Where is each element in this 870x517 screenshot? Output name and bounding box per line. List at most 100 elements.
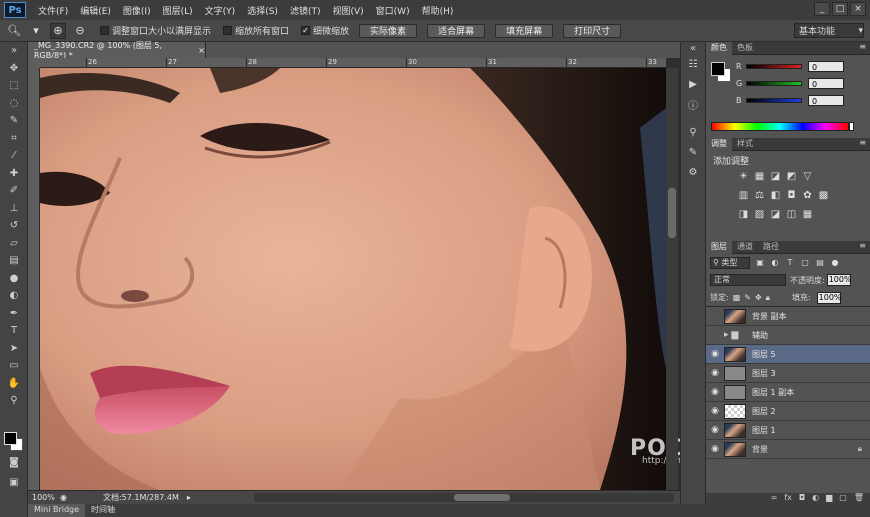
tab-timeline[interactable]: 时间轴 bbox=[85, 504, 121, 517]
lock-transparent-icon[interactable]: ▩ bbox=[733, 293, 741, 302]
screen-mode-icon[interactable]: ▣ bbox=[0, 474, 28, 492]
menu-edit[interactable]: 编辑(E) bbox=[74, 4, 117, 17]
green-slider[interactable] bbox=[746, 81, 802, 86]
eyedropper-tool-icon[interactable]: ⁄ bbox=[0, 147, 28, 165]
eye-icon[interactable]: ◉ bbox=[706, 444, 724, 454]
toolbar-collapse-icon[interactable]: » bbox=[0, 42, 28, 60]
posterize-icon[interactable]: ▨ bbox=[754, 209, 765, 220]
menu-image[interactable]: 图像(I) bbox=[117, 4, 157, 17]
eye-icon[interactable]: ◉ bbox=[706, 349, 724, 359]
move-tool-icon[interactable]: ✥ bbox=[0, 60, 28, 78]
eye-icon[interactable]: ◉ bbox=[706, 425, 724, 435]
resize-windows-checkbox[interactable] bbox=[100, 26, 109, 35]
quick-mask-icon[interactable]: ◙ bbox=[0, 454, 28, 472]
invert-icon[interactable]: ◨ bbox=[738, 209, 749, 220]
layer-row[interactable]: ◉ 图层 1 bbox=[706, 421, 870, 440]
workspace-select[interactable]: 基本功能 ▾ bbox=[794, 23, 864, 38]
tab-layers[interactable]: 图层 bbox=[706, 240, 732, 254]
lasso-tool-icon[interactable]: ◌ bbox=[0, 95, 28, 113]
menu-help[interactable]: 帮助(H) bbox=[416, 4, 460, 17]
minimize-button[interactable]: _ bbox=[814, 2, 830, 16]
brush-tool-icon[interactable]: ✐ bbox=[0, 182, 28, 200]
layer-row[interactable]: ◉ 图层 2 bbox=[706, 402, 870, 421]
blur-tool-icon[interactable]: ● bbox=[0, 270, 28, 288]
new-group-icon[interactable]: ▆ bbox=[826, 493, 832, 504]
pixel-filter-icon[interactable]: ▣ bbox=[755, 258, 765, 268]
panel-menu-icon[interactable]: ≡ bbox=[859, 138, 866, 147]
menu-layer[interactable]: 图层(L) bbox=[157, 4, 199, 17]
layer-row[interactable]: ◉ 图层 3 bbox=[706, 364, 870, 383]
zoom-in-icon[interactable]: ⊕ bbox=[50, 22, 66, 39]
vertical-scroll-thumb[interactable] bbox=[668, 188, 676, 238]
actual-pixels-button[interactable]: 实际像素 bbox=[359, 23, 418, 38]
history-brush-tool-icon[interactable]: ↺ bbox=[0, 217, 28, 235]
tab-swatches[interactable]: 色板 bbox=[732, 42, 758, 55]
fill-input[interactable]: 100% bbox=[816, 291, 842, 304]
hand-tool-icon[interactable]: ✋ bbox=[0, 375, 28, 393]
threshold-icon[interactable]: ◪ bbox=[770, 209, 781, 220]
opacity-input[interactable]: 100% bbox=[826, 274, 852, 286]
menu-file[interactable]: 文件(F) bbox=[32, 4, 74, 17]
visibility-toggle-icon[interactable]: ◉ bbox=[706, 330, 724, 340]
layer-row-selected[interactable]: ◉ 图层 5 bbox=[706, 345, 870, 364]
type-filter-icon[interactable]: T bbox=[785, 258, 795, 268]
panel-menu-icon[interactable]: ≡ bbox=[859, 241, 866, 250]
tool-presets-icon[interactable]: ⚲ bbox=[681, 122, 705, 142]
eye-icon[interactable]: ◉ bbox=[706, 387, 724, 397]
crop-tool-icon[interactable]: ⌗ bbox=[0, 130, 28, 148]
smart-object-filter-icon[interactable]: ▤ bbox=[815, 258, 825, 268]
print-size-button[interactable]: 打印尺寸 bbox=[563, 23, 622, 38]
adjustment-filter-icon[interactable]: ◐ bbox=[770, 258, 780, 268]
chevron-down-icon[interactable]: ▾ bbox=[28, 23, 44, 39]
gradient-tool-icon[interactable]: ▤ bbox=[0, 252, 28, 270]
horizontal-scroll-thumb[interactable] bbox=[454, 494, 510, 501]
blend-mode-select[interactable]: 正常 bbox=[710, 274, 786, 286]
red-value[interactable]: 0 bbox=[808, 61, 844, 72]
maximize-button[interactable]: □ bbox=[832, 2, 848, 16]
shape-filter-icon[interactable]: ▢ bbox=[800, 258, 810, 268]
menu-select[interactable]: 选择(S) bbox=[241, 4, 284, 17]
photo-filter-icon[interactable]: ◘ bbox=[786, 190, 797, 201]
eye-icon[interactable]: ◉ bbox=[706, 368, 724, 378]
channel-mixer-icon[interactable]: ✿ bbox=[802, 190, 813, 201]
close-button[interactable]: × bbox=[850, 2, 866, 16]
red-slider[interactable] bbox=[746, 64, 802, 69]
layer-row[interactable]: ◉ 背景 副本 bbox=[706, 307, 870, 326]
fill-screen-button[interactable]: 填充屏幕 bbox=[495, 23, 554, 38]
new-layer-icon[interactable]: ▢ bbox=[839, 493, 847, 504]
vibrance-icon[interactable]: ▽ bbox=[802, 171, 813, 182]
gradient-map-icon[interactable]: ▦ bbox=[802, 209, 813, 220]
image-canvas[interactable] bbox=[40, 68, 666, 490]
layer-style-icon[interactable]: fx bbox=[784, 493, 792, 504]
scrubby-zoom-checkbox[interactable]: ✓ bbox=[301, 26, 311, 35]
lock-position-icon[interactable]: ✥ bbox=[755, 293, 762, 302]
eraser-tool-icon[interactable]: ▱ bbox=[0, 235, 28, 253]
foreground-color-swatch[interactable] bbox=[711, 62, 725, 76]
tab-paths[interactable]: 路径 bbox=[758, 241, 784, 254]
white-swatch[interactable] bbox=[849, 122, 854, 131]
zoom-tool-icon[interactable]: ⚲ bbox=[0, 392, 28, 410]
document-tab[interactable]: _MG_3390.CR2 @ 100% (图层 5, RGB/8*) * × bbox=[28, 41, 206, 60]
exposure-icon[interactable]: ◩ bbox=[786, 171, 797, 182]
dodge-tool-icon[interactable]: ◐ bbox=[0, 287, 28, 305]
eye-icon[interactable]: ◉ bbox=[706, 406, 724, 416]
menu-view[interactable]: 视图(V) bbox=[326, 4, 369, 17]
selective-color-icon[interactable]: ◫ bbox=[786, 209, 797, 220]
curves-icon[interactable]: ◪ bbox=[770, 171, 781, 182]
green-value[interactable]: 0 bbox=[808, 78, 844, 89]
panel-menu-icon[interactable]: ≡ bbox=[859, 42, 866, 51]
tab-styles[interactable]: 样式 bbox=[732, 138, 758, 151]
foreground-color-swatch[interactable] bbox=[4, 432, 17, 445]
black-white-icon[interactable]: ◧ bbox=[770, 190, 781, 201]
layer-group-row[interactable]: ◉ ▸ ▆ 辅助 bbox=[706, 326, 870, 345]
path-select-tool-icon[interactable]: ➤ bbox=[0, 340, 28, 358]
filter-toggle-icon[interactable]: ● bbox=[830, 258, 840, 268]
blue-value[interactable]: 0 bbox=[808, 95, 844, 106]
clone-stamp-tool-icon[interactable]: ⊥ bbox=[0, 200, 28, 218]
fit-screen-button[interactable]: 适合屏幕 bbox=[427, 23, 486, 38]
brightness-icon[interactable]: ☀ bbox=[738, 171, 749, 182]
info-panel-icon[interactable]: ⓘ bbox=[681, 94, 705, 114]
shape-tool-icon[interactable]: ▭ bbox=[0, 357, 28, 375]
new-adjustment-icon[interactable]: ◐ bbox=[812, 493, 819, 504]
menu-window[interactable]: 窗口(W) bbox=[370, 4, 416, 17]
